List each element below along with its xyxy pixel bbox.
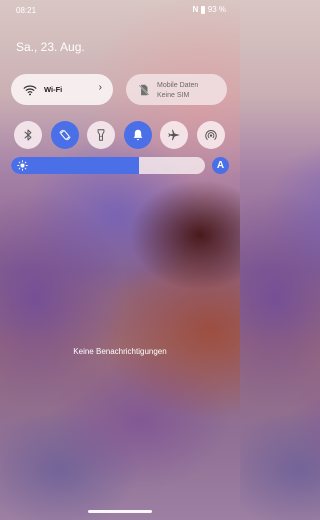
wifi-tile[interactable]: Wi-Fi › xyxy=(11,74,113,105)
mobile-data-label: Mobile Daten xyxy=(157,82,199,89)
airplane-icon xyxy=(168,129,180,141)
battery-icon xyxy=(200,5,205,14)
sun-icon xyxy=(17,160,28,171)
flashlight-icon xyxy=(97,129,105,141)
wifi-icon xyxy=(23,85,37,96)
airplane-mode-toggle[interactable] xyxy=(160,121,188,149)
mobile-data-sublabel: Keine SIM xyxy=(157,91,190,99)
battery-percent: 93 % xyxy=(207,5,226,14)
auto-brightness-button[interactable]: A xyxy=(212,157,229,174)
hotspot-toggle[interactable] xyxy=(197,121,225,149)
rotate-icon xyxy=(59,129,71,141)
sound-toggle[interactable] xyxy=(124,121,152,149)
wifi-tile-label: Wi-Fi xyxy=(44,85,63,94)
mobile-data-text: Mobile Daten Keine SIM xyxy=(157,81,198,100)
status-bar: 08:21 N 93 % xyxy=(0,0,240,22)
home-gesture-handle[interactable] xyxy=(88,510,152,513)
no-notifications-message: Keine Benachrichtigungen xyxy=(73,347,167,356)
flashlight-toggle[interactable] xyxy=(87,121,115,149)
sim-off-icon xyxy=(138,84,150,96)
auto-rotate-toggle[interactable] xyxy=(51,121,79,149)
status-time: 08:21 xyxy=(16,6,37,15)
chevron-right-icon[interactable]: › xyxy=(99,82,102,93)
mobile-data-tile[interactable]: Mobile Daten Keine SIM xyxy=(126,74,227,105)
bell-icon xyxy=(133,129,143,141)
hotspot-icon xyxy=(205,130,217,140)
bluetooth-toggle[interactable] xyxy=(14,121,42,149)
date-label[interactable]: Sa., 23. Aug. xyxy=(16,40,85,54)
nfc-icon: N xyxy=(192,5,198,14)
brightness-slider[interactable] xyxy=(11,157,205,174)
bluetooth-icon xyxy=(24,129,32,141)
status-indicators: N 93 % xyxy=(192,5,226,14)
brightness-level-fill[interactable] xyxy=(11,157,140,174)
